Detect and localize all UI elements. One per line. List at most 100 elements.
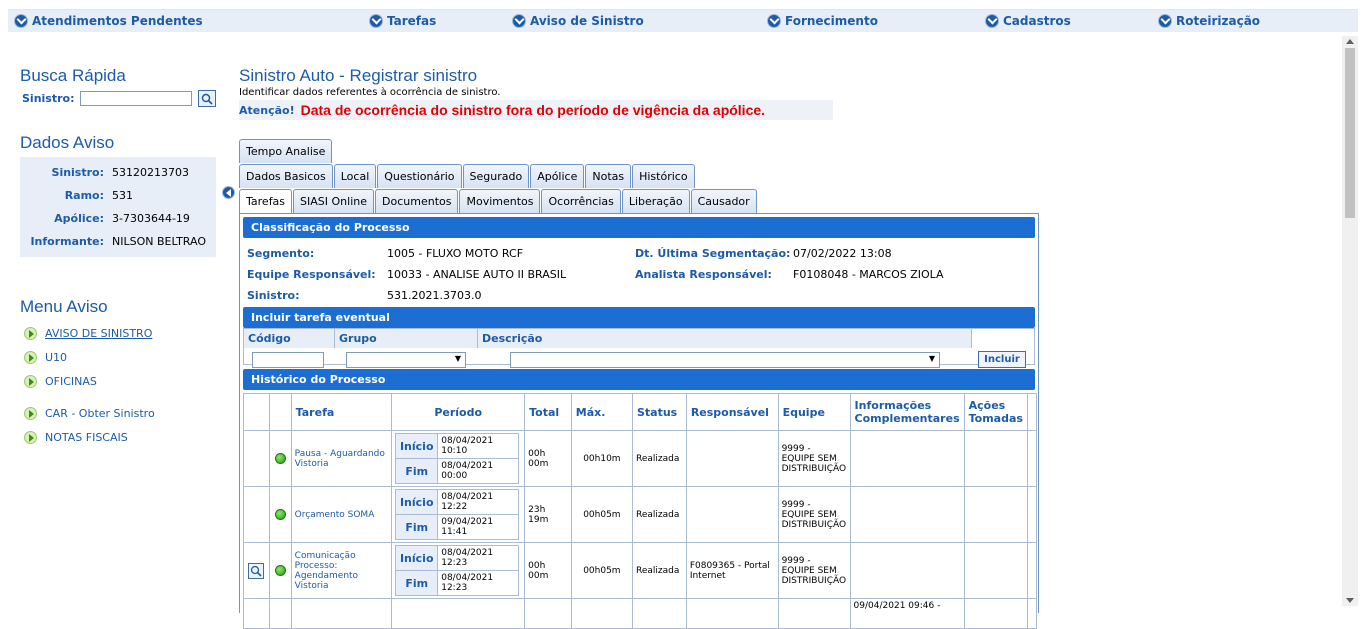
scroll-down-icon[interactable] <box>1346 598 1354 603</box>
tab-tempo-analise[interactable]: Tempo Analise <box>239 139 333 163</box>
tab-ocorrencias[interactable]: Ocorrências <box>541 189 621 213</box>
chevron-down-icon <box>985 14 999 28</box>
descricao-select[interactable] <box>510 352 940 368</box>
tab-notas[interactable]: Notas <box>585 164 632 188</box>
table-row: Comunicação Processo: Agendamento Vistor… <box>243 542 1037 599</box>
tab-local[interactable]: Local <box>333 164 377 188</box>
codigo-input[interactable] <box>252 352 324 368</box>
nav-aviso-de-sinistro[interactable]: Aviso de Sinistro <box>512 14 644 28</box>
page-subtitle: Identificar dados referentes à ocorrênci… <box>239 87 501 98</box>
left-sidebar: Busca Rápida Sinistro: Dados Aviso Sinis… <box>20 66 216 449</box>
menu-item-oficinas[interactable]: OFICINAS <box>24 369 216 393</box>
chevron-down-icon <box>767 14 781 28</box>
top-navigation: Atendimentos Pendentes Tarefas Aviso de … <box>8 9 1358 32</box>
status-ok-icon <box>274 509 286 520</box>
tarefa-cell[interactable]: Orçamento SOMA <box>290 486 393 543</box>
menu-item-car-obter-sinistro[interactable]: CAR - Obter Sinistro <box>24 401 216 425</box>
arrow-right-icon <box>24 326 37 340</box>
tab-tarefas[interactable]: Tarefas <box>239 189 293 213</box>
dados-aviso-box: Sinistro: 53120213703 Ramo: 531 Apólice: 3-… <box>20 157 216 257</box>
col-max: Máx. <box>570 393 633 431</box>
vertical-scrollbar[interactable] <box>1342 36 1358 606</box>
incluir-button[interactable]: Incluir <box>978 351 1026 368</box>
menu-aviso: AVISO DE SINISTRO U10 OFICINAS CAR - Obt… <box>20 321 216 449</box>
arrow-right-icon <box>24 430 37 444</box>
arrow-right-icon <box>24 406 37 420</box>
warning-label: Atenção! <box>239 103 295 117</box>
menu-item-u10[interactable]: U10 <box>24 345 216 369</box>
dados-row: Apólice: 3-7303644-19 <box>20 207 210 230</box>
grupo-select[interactable] <box>346 352 466 368</box>
search-icon <box>201 93 213 105</box>
tab-historico[interactable]: Histórico <box>632 164 695 188</box>
chevron-down-icon <box>14 14 28 28</box>
table-row: 09/04/2021 09:46 - <box>243 598 1037 629</box>
tarefas-panel: Classificação do Processo Segmento: 1005… <box>239 213 1039 629</box>
dados-row: Ramo: 531 <box>20 184 210 207</box>
menu-aviso-title: Menu Aviso <box>20 297 108 316</box>
menu-item-aviso-de-sinistro[interactable]: AVISO DE SINISTRO <box>24 321 216 345</box>
warning-banner: Atenção! Data de ocorrência do sinistro … <box>239 100 833 120</box>
periodo-box: Início 08/04/2021 10:10 Fim 08/04/2021 00:0… <box>395 433 520 484</box>
page-title: Sinistro Auto - Registrar sinistro <box>239 66 478 85</box>
search-icon <box>251 565 262 577</box>
grupo-header: Grupo <box>335 329 478 348</box>
col-status: Status <box>631 393 687 431</box>
table-header-row: Tarefa Período Total Máx. Status Respons… <box>243 393 1037 431</box>
tab-questionario[interactable]: Questionário <box>377 164 462 188</box>
nav-cadastros[interactable]: Cadastros <box>985 14 1071 28</box>
dt-segmentacao-label: Dt. Última Segmentação: <box>635 247 791 260</box>
classificacao-header: Classificação do Processo <box>243 217 1035 238</box>
collapse-sidebar-icon[interactable] <box>222 186 235 199</box>
arrow-right-icon <box>24 350 37 364</box>
tarefa-cell[interactable]: Pausa - Aguardando Vistoria <box>290 430 393 487</box>
chevron-down-icon <box>369 14 383 28</box>
tab-movimentos[interactable]: Movimentos <box>459 189 541 213</box>
menu-item-notas-fiscais[interactable]: NOTAS FISCAIS <box>24 425 216 449</box>
field-value: 3-7303644-19 <box>112 212 190 225</box>
col-total: Total <box>524 393 572 431</box>
dados-aviso-title: Dados Aviso <box>20 133 115 152</box>
tab-dados-basicos[interactable]: Dados Basicos <box>239 164 333 188</box>
analista-value: F0108048 - MARCOS ZIOLA <box>793 268 944 281</box>
search-button[interactable] <box>198 90 216 107</box>
quick-search: Sinistro: <box>22 90 216 107</box>
segmento-value: 1005 - FLUXO MOTO RCF <box>387 247 524 260</box>
equipe-label: Equipe Responsável: <box>247 268 376 281</box>
nav-roteirizacao[interactable]: Roteirização <box>1158 14 1260 28</box>
view-details-button[interactable] <box>248 562 265 579</box>
tabs-row-1: Tempo Analise <box>239 139 1039 163</box>
incluir-header: Incluir tarefa eventual <box>243 307 1035 328</box>
analista-label: Analista Responsável: <box>635 268 772 281</box>
tab-apolice[interactable]: Apólice <box>530 164 585 188</box>
scroll-thumb[interactable] <box>1345 48 1355 218</box>
nav-tarefas[interactable]: Tarefas <box>369 14 436 28</box>
scroll-up-icon[interactable] <box>1346 39 1354 44</box>
chevron-down-icon <box>512 14 526 28</box>
col-informacoes: Informações Complementares <box>849 393 965 431</box>
historico-header: Histórico do Processo <box>243 369 1035 390</box>
status-ok-icon <box>274 453 286 464</box>
nav-atendimentos-pendentes[interactable]: Atendimentos Pendentes <box>14 14 203 28</box>
table-row: Pausa - Aguardando Vistoria Início 08/04/… <box>243 430 1037 487</box>
classificacao-section: Segmento: 1005 - FLUXO MOTO RCF Dt. Últi… <box>243 238 1035 304</box>
tab-siasi-online[interactable]: SIASI Online <box>293 189 375 213</box>
busca-rapida-title: Busca Rápida <box>20 66 126 85</box>
tab-liberacao[interactable]: Liberação <box>621 189 690 213</box>
tarefa-cell[interactable]: Comunicação Processo: Agendamento Vistor… <box>290 542 393 599</box>
col-acoes: Ações Tomadas <box>963 393 1029 431</box>
sinistro-search-input[interactable] <box>80 91 193 106</box>
field-label: Ramo: <box>64 189 104 202</box>
nav-fornecimento[interactable]: Fornecimento <box>767 14 878 28</box>
sinistro-label: Sinistro: <box>247 289 300 302</box>
incluir-section: Código Grupo Descrição Incluir <box>243 328 1035 368</box>
col-periodo: Período <box>391 393 526 431</box>
col-equipe: Equipe <box>777 393 851 431</box>
tab-segurado[interactable]: Segurado <box>462 164 530 188</box>
dados-row: Sinistro: 53120213703 <box>20 161 210 184</box>
tab-causador[interactable]: Causador <box>690 189 757 213</box>
field-label: Apólice: <box>54 212 104 225</box>
historico-table: Tarefa Período Total Máx. Status Respons… <box>243 393 1037 629</box>
tab-documentos[interactable]: Documentos <box>375 189 459 213</box>
field-label: Informante: <box>30 235 104 248</box>
